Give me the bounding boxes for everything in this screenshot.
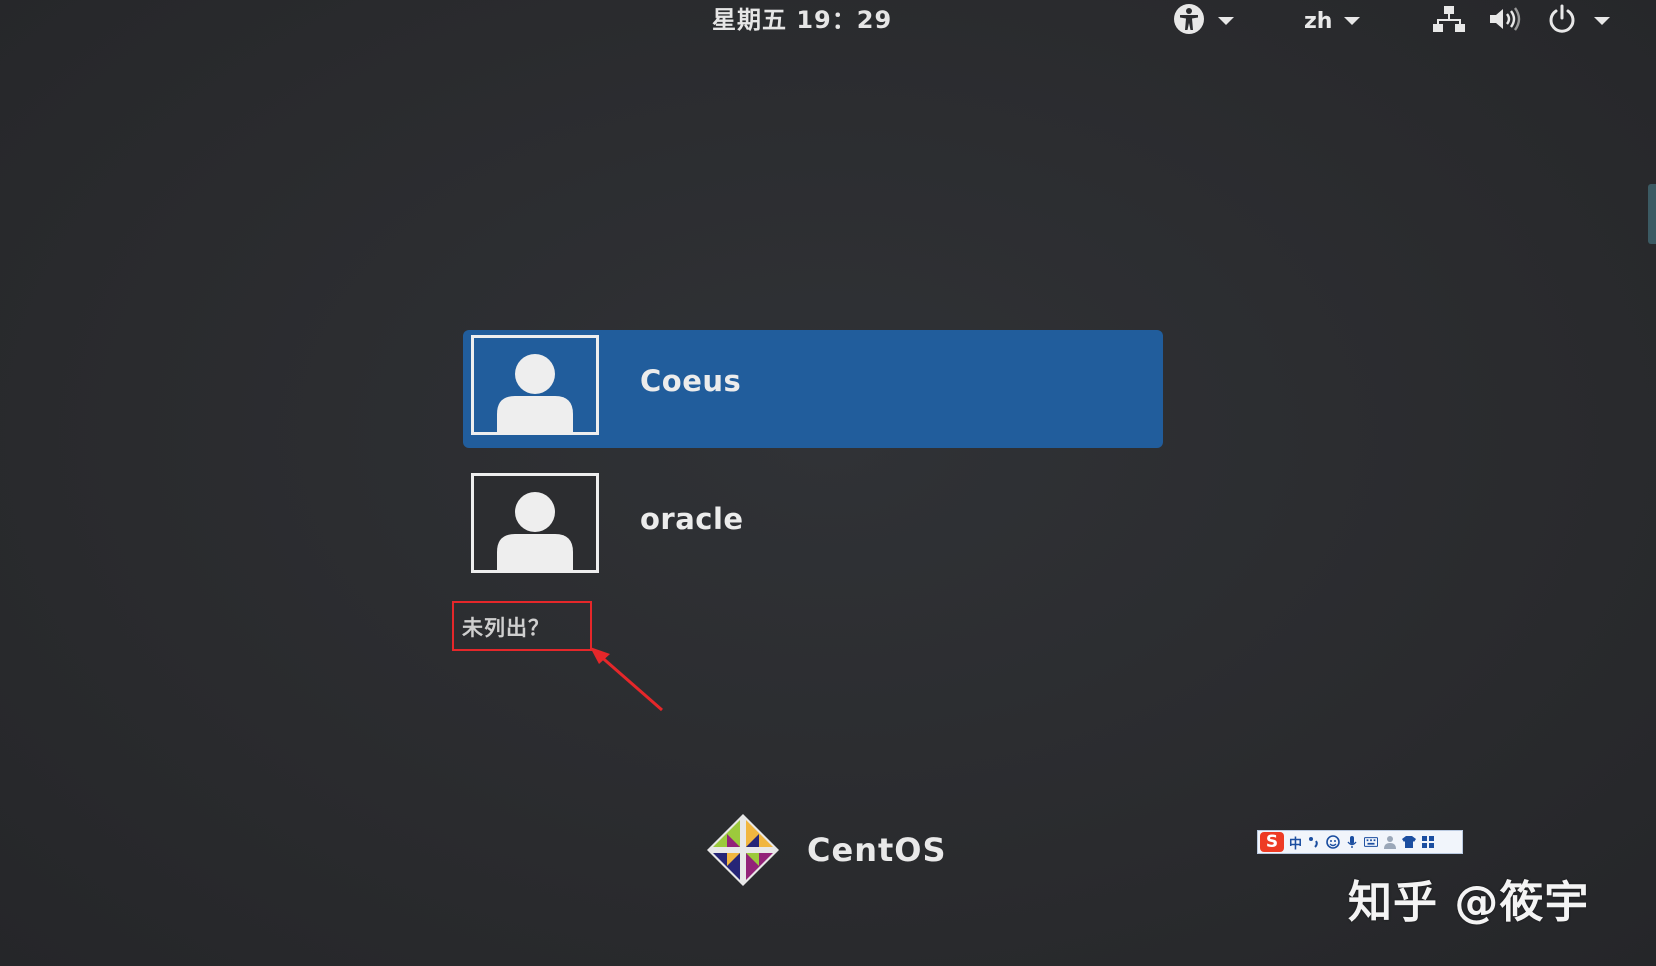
login-screen: 星期五 19：29 zh Coeus oracle 未列出？ CentOS S …	[0, 0, 1656, 966]
volume-icon	[1488, 4, 1524, 38]
user-row-coeus[interactable]: Coeus	[463, 330, 1163, 448]
power-icon	[1546, 3, 1578, 39]
side-panel-handle[interactable]	[1648, 184, 1656, 244]
microphone-icon[interactable]	[1345, 835, 1359, 849]
keyboard-icon[interactable]	[1364, 835, 1379, 849]
user-name: Coeus	[640, 364, 742, 398]
user-silhouette-icon	[497, 492, 573, 570]
user-row-oracle[interactable]: oracle	[463, 468, 1163, 586]
watermark: 知乎 @筱宇	[1348, 877, 1590, 928]
chevron-down-icon	[1218, 17, 1234, 25]
accessibility-icon	[1172, 2, 1206, 40]
punctuation-icon[interactable]	[1307, 835, 1321, 849]
network-icon	[1432, 4, 1466, 38]
annotation-arrow-icon	[590, 647, 663, 712]
system-menu[interactable]	[1432, 3, 1610, 39]
user-icon[interactable]	[1383, 835, 1397, 849]
emoji-icon[interactable]	[1326, 835, 1340, 849]
avatar	[471, 335, 599, 435]
ime-mode-toggle[interactable]: 中	[1289, 833, 1302, 852]
chevron-down-icon	[1594, 17, 1610, 25]
language-menu[interactable]: zh	[1304, 6, 1361, 36]
ime-logo-icon[interactable]: S	[1260, 832, 1284, 852]
not-listed-link[interactable]: 未列出？	[462, 612, 550, 642]
top-bar: 星期五 19：29 zh	[0, 0, 1656, 42]
chevron-down-icon	[1344, 17, 1361, 25]
language-label: zh	[1304, 8, 1333, 34]
menu-grid-icon[interactable]	[1421, 835, 1435, 849]
user-list: Coeus oracle	[463, 330, 1163, 606]
accessibility-menu[interactable]	[1172, 4, 1234, 36]
skin-icon[interactable]	[1402, 835, 1417, 849]
avatar	[471, 473, 599, 573]
clock[interactable]: 星期五 19：29	[712, 4, 892, 36]
centos-emblem-icon	[707, 814, 779, 886]
user-name: oracle	[640, 502, 744, 536]
ime-toolbar[interactable]: S 中	[1257, 830, 1463, 854]
user-silhouette-icon	[497, 354, 573, 432]
logo-text: CentOS	[807, 831, 947, 869]
centos-logo: CentOS	[697, 812, 947, 888]
